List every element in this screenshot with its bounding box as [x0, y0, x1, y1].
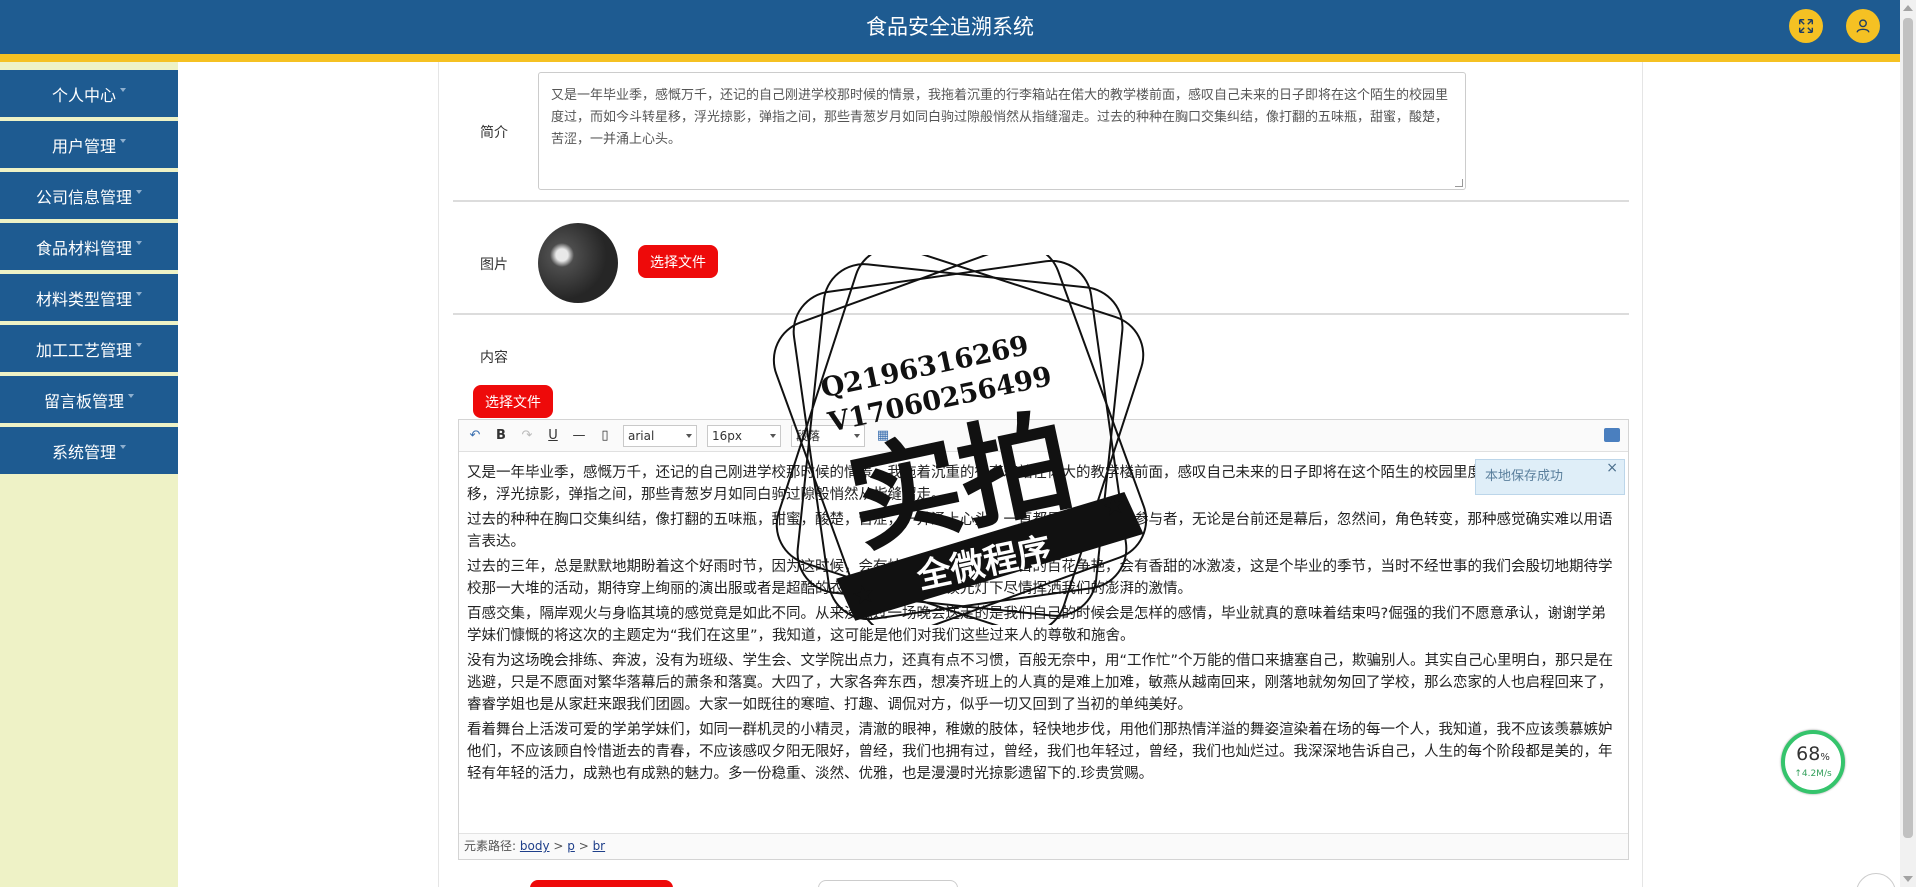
- close-icon[interactable]: ×: [1606, 451, 1618, 485]
- intro-text: 又是一年毕业季，感慨万千，还记的自己刚进学校那时候的情景，我拖着沉重的行李箱站在…: [551, 88, 1449, 147]
- fullscreen-editor-icon[interactable]: [1604, 428, 1620, 442]
- header-accent-stripe: [0, 54, 1900, 62]
- speed-percent-value: 68: [1796, 743, 1821, 765]
- toast-message: 本地保存成功: [1485, 469, 1564, 484]
- element-path-bar: 元素路径: body > p > br: [459, 833, 1628, 859]
- caret-down-icon: [136, 240, 142, 245]
- path-link-p[interactable]: p: [567, 839, 575, 853]
- dropdown-arrow-icon: [770, 433, 776, 438]
- paragraph-style-select[interactable]: 段落: [791, 424, 865, 447]
- rich-text-editor: ↶ B ↷ U — ▯ arial 16px 段落 ▦ 又是一年毕业季，感慨万千…: [458, 419, 1629, 860]
- divider: [453, 200, 1629, 202]
- image-label: 图片: [480, 257, 508, 273]
- table-icon[interactable]: ▦: [875, 428, 891, 444]
- editor-paragraph: 过去的三年，总是默默地期盼着这个好雨时节，因为这时候，会有灿烂的阳光，会有满目的…: [467, 559, 1613, 597]
- undo-icon[interactable]: ↶: [467, 428, 483, 444]
- font-family-value: arial: [628, 428, 655, 443]
- caret-down-icon: [136, 342, 142, 347]
- font-size-select[interactable]: 16px: [707, 424, 781, 447]
- caret-down-icon: [120, 444, 126, 449]
- scroll-thumb[interactable]: [1903, 18, 1913, 838]
- sidebar-item-label: 食品材料管理: [35, 238, 132, 258]
- sidebar: 个人中心 用户管理 公司信息管理 食品材料管理 材料类型管理 加工工艺管理 留言…: [0, 62, 178, 887]
- font-size-value: 16px: [712, 428, 742, 443]
- sidebar-item-label: 加工工艺管理: [35, 340, 132, 360]
- speed-percent-unit: %: [1820, 752, 1830, 763]
- editor-paragraph: 百感交集，隔岸观火与身临其境的感觉竟是如此不同。从来没想过一场晚会送走的是我们自…: [467, 606, 1606, 644]
- content-label: 内容: [480, 350, 508, 366]
- image-choose-file-button[interactable]: 选择文件: [638, 245, 718, 278]
- underline-icon[interactable]: U: [545, 428, 561, 444]
- font-family-select[interactable]: arial: [623, 424, 697, 447]
- save-toast: 本地保存成功 ×: [1475, 459, 1625, 495]
- path-link-body[interactable]: body: [520, 839, 550, 853]
- sidebar-item-label: 系统管理: [51, 442, 116, 462]
- cancel-button[interactable]: [818, 880, 958, 887]
- caret-down-icon: [136, 291, 142, 296]
- dropdown-arrow-icon: [686, 433, 692, 438]
- editor-paragraph: 看着舞台上活泼可爱的学弟学妹们，如同一群机灵的小精灵，清澈的眼神，稚嫩的肢体，轻…: [467, 722, 1613, 782]
- paragraph-style-value: 段落: [796, 429, 821, 443]
- avatar-preview: [538, 223, 618, 303]
- speed-percent: 68%: [1785, 744, 1841, 768]
- intro-label: 简介: [480, 125, 508, 141]
- sidebar-item-food-materials[interactable]: 食品材料管理: [0, 223, 178, 272]
- divider: [453, 313, 1629, 315]
- user-button[interactable]: [1846, 9, 1880, 43]
- sidebar-item-personal-center[interactable]: 个人中心: [0, 70, 178, 119]
- sidebar-item-company-info[interactable]: 公司信息管理: [0, 172, 178, 221]
- editor-toolbar: ↶ B ↷ U — ▯ arial 16px 段落 ▦: [459, 420, 1628, 452]
- path-link-br[interactable]: br: [593, 839, 606, 853]
- scroll-up-arrow[interactable]: [1903, 5, 1913, 11]
- caret-down-icon: [120, 87, 126, 92]
- fullscreen-button[interactable]: [1789, 9, 1823, 43]
- sidebar-item-user-management[interactable]: 用户管理: [0, 121, 178, 170]
- path-separator: >: [549, 839, 568, 853]
- scroll-down-arrow[interactable]: [1903, 876, 1913, 882]
- dropdown-arrow-icon: [854, 433, 860, 438]
- horizontal-rule-icon[interactable]: —: [571, 428, 587, 444]
- sidebar-item-system[interactable]: 系统管理: [0, 427, 178, 476]
- editor-paragraph: 又是一年毕业季，感慨万千，还记的自己刚进学校那时候的情景，我拖着沉重的行李箱站在…: [467, 465, 1598, 503]
- sidebar-item-label: 个人中心: [51, 85, 116, 105]
- caret-down-icon: [128, 393, 134, 398]
- sidebar-item-label: 公司信息管理: [35, 187, 132, 207]
- element-path-label: 元素路径:: [464, 839, 517, 853]
- window-scrollbar[interactable]: [1900, 0, 1916, 887]
- network-speed-widget[interactable]: 68% ↑4.2M/s: [1781, 730, 1845, 794]
- user-icon: [1856, 19, 1870, 33]
- document-icon[interactable]: ▯: [597, 428, 613, 444]
- caret-down-icon: [136, 189, 142, 194]
- caret-down-icon: [120, 138, 126, 143]
- sidebar-item-message-board[interactable]: 留言板管理: [0, 376, 178, 425]
- sidebar-item-material-types[interactable]: 材料类型管理: [0, 274, 178, 323]
- sidebar-item-label: 留言板管理: [43, 391, 124, 411]
- sidebar-item-processing[interactable]: 加工工艺管理: [0, 325, 178, 374]
- submit-button[interactable]: [530, 880, 673, 887]
- back-to-top-button[interactable]: [1856, 873, 1896, 887]
- content-choose-file-button[interactable]: 选择文件: [473, 385, 553, 418]
- path-separator: >: [574, 839, 593, 853]
- bold-icon[interactable]: B: [493, 428, 509, 444]
- editor-content[interactable]: 又是一年毕业季，感慨万千，还记的自己刚进学校那时候的情景，我拖着沉重的行李箱站在…: [467, 462, 1620, 788]
- redo-icon[interactable]: ↷: [519, 428, 535, 444]
- intro-textarea[interactable]: 又是一年毕业季，感慨万千，还记的自己刚进学校那时候的情景，我拖着沉重的行李箱站在…: [538, 72, 1466, 190]
- sidebar-item-label: 用户管理: [51, 136, 116, 156]
- speed-rate: ↑4.2M/s: [1794, 769, 1832, 779]
- editor-paragraph: 没有为这场晚会排练、奔波，没有为班级、学生会、文学院出点力，还真有点不习惯，百般…: [467, 653, 1614, 713]
- resize-handle[interactable]: [1455, 179, 1463, 187]
- editor-paragraph: 过去的种种在胸口交集纠结，像打翻的五味瓶，甜蜜，酸楚，苦涩，一并涌上心头。一直都…: [467, 512, 1613, 550]
- expand-icon: [1798, 18, 1814, 34]
- app-title: 食品安全追溯系统: [866, 15, 1034, 39]
- sidebar-item-label: 材料类型管理: [35, 289, 132, 309]
